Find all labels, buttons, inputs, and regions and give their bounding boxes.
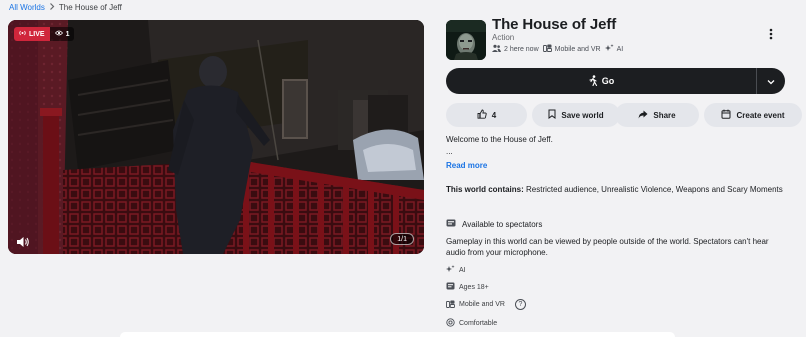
world-description: Welcome to the House of Jeff. ... [446,134,553,158]
mobile-vr-icon [542,44,552,54]
save-world-label: Save world [561,110,604,120]
sparkle-ai-icon [446,265,455,275]
walking-person-icon [588,74,598,88]
speaker-icon[interactable] [16,235,30,247]
age-rating-icon [446,282,455,292]
detail-comfort: Comfortable [446,318,497,329]
more-options-icon[interactable] [766,27,776,41]
save-world-button[interactable]: Save world [532,103,620,127]
chevron-down-icon [767,72,775,90]
platform-label: Mobile and VR [554,45,601,53]
spectators-heading: Available to spectators [446,219,542,229]
comfort-icon [446,318,455,329]
world-meta: 2 here now Mobile and VR AI [492,44,623,54]
calendar-icon [721,109,731,121]
description-ellipsis: ... [446,147,453,156]
detail-platform: Mobile and VR ? [446,299,526,310]
mobile-vr-icon [446,300,455,310]
detail-ages: Ages 18+ [446,282,489,292]
world-preview-video[interactable]: LIVE 1 1/1 [8,20,424,254]
go-options-dropdown[interactable] [757,68,785,94]
content-warning: This world contains: Restricted audience… [446,184,786,195]
like-button[interactable]: 4 [446,103,527,127]
go-button-group: Go [446,68,785,94]
spectators-title: Available to spectators [462,219,543,229]
create-event-label: Create event [736,110,785,120]
create-event-button[interactable]: Create event [704,103,802,127]
bottom-panel-edge [120,332,675,337]
world-genre: Action [492,33,515,42]
ai-tag: AI [616,45,624,53]
share-label: Share [653,110,676,120]
world-thumbnail [446,20,486,60]
detail-ai: AI [446,265,466,275]
read-more-link[interactable]: Read more [446,161,487,170]
detail-platform-label: Mobile and VR [459,301,505,308]
spectators-description: Gameplay in this world can be viewed by … [446,237,769,257]
share-arrow-icon [638,110,648,121]
people-icon [492,44,501,54]
help-icon[interactable]: ? [514,299,526,310]
detail-comfort-label: Comfortable [459,320,498,327]
description-text: Welcome to the House of Jeff. [446,135,553,144]
broadcast-icon [19,30,26,38]
go-button[interactable]: Go [446,68,756,94]
detail-ages-label: Ages 18+ [459,283,489,291]
breadcrumb-all-worlds[interactable]: All Worlds [9,3,45,12]
share-button[interactable]: Share [615,103,699,127]
media-counter: 1/1 [390,233,414,245]
detail-ai-label: AI [459,266,466,274]
live-badge: LIVE 1 [14,27,75,41]
eye-icon [54,30,63,38]
world-title: The House of Jeff [492,16,617,33]
chevron-right-icon [49,3,55,12]
content-warning-label: This world contains: [446,185,524,194]
go-label: Go [601,76,615,86]
here-now-count: 2 here now [504,45,539,53]
breadcrumb: All Worlds The House of Jeff [9,3,122,12]
viewer-count: 1 [65,30,70,38]
sparkle-ai-icon [604,44,614,54]
screen-cast-icon [446,219,456,229]
content-warning-items: Restricted audience, Unrealistic Violenc… [526,185,783,194]
gameplay-scene-image [8,20,424,254]
bookmark-icon [548,109,556,121]
like-count: 4 [491,110,497,120]
thumbs-up-icon [477,109,487,121]
live-label: LIVE [29,30,45,38]
breadcrumb-current: The House of Jeff [58,3,122,12]
